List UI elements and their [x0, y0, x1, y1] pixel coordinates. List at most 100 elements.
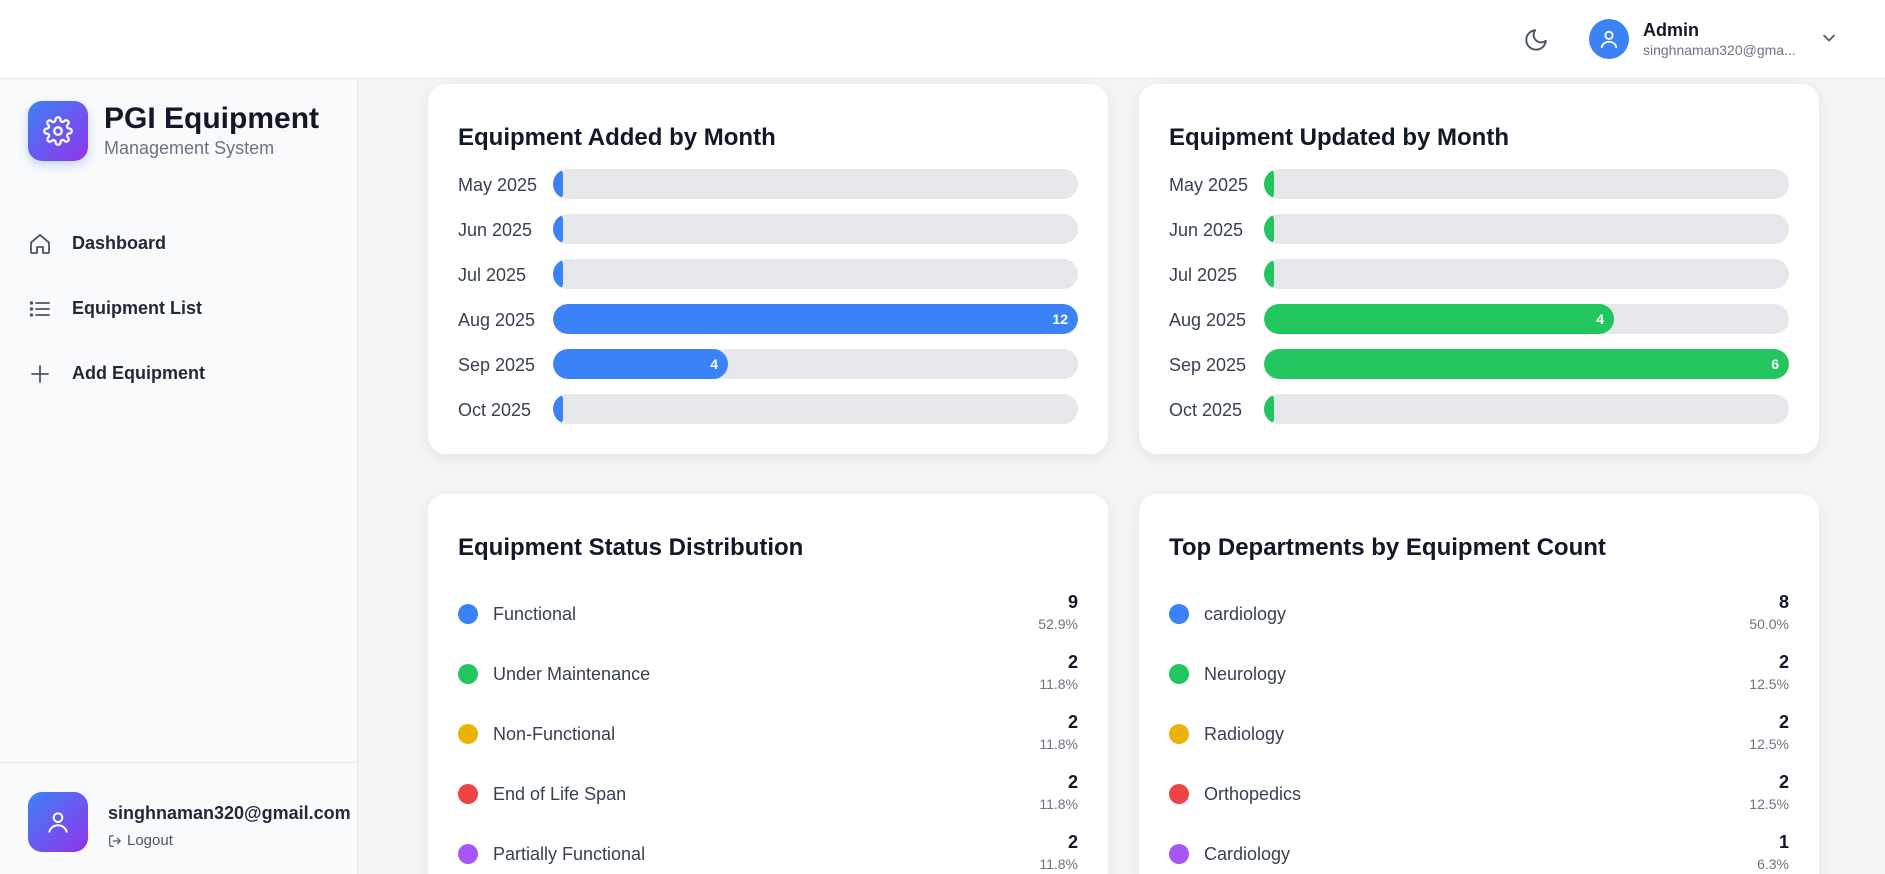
list-item-percent: 6.3%: [1757, 856, 1789, 872]
bar-row: Sep 2025 4: [458, 349, 1078, 379]
bar-label: Aug 2025: [1169, 310, 1247, 330]
bar-label: Oct 2025: [1169, 400, 1243, 420]
list-item-count: 2: [1067, 652, 1078, 672]
sidebar-item-label: Add Equipment: [72, 363, 205, 383]
bar-row: Aug 2025 4: [1169, 304, 1789, 334]
list-item-percent: 11.8%: [1039, 856, 1078, 872]
list-item: Radiology 2 12.5%: [1169, 712, 1789, 756]
bar-track: 4: [1264, 304, 1789, 334]
bar-row: Jul 2025: [458, 259, 1078, 289]
card-title: Top Departments by Equipment Count: [1169, 534, 1606, 561]
card-title: Equipment Added by Month: [458, 124, 776, 151]
bar-track: 4: [553, 349, 1078, 379]
logout-button[interactable]: Logout: [108, 832, 173, 849]
chevron-down-icon[interactable]: [1819, 28, 1839, 48]
bar-value: 12: [1052, 311, 1068, 327]
bar-fill: [553, 259, 563, 289]
bar-label: May 2025: [458, 175, 538, 195]
card-title: Equipment Status Distribution: [458, 534, 804, 561]
bar-row: Oct 2025: [458, 394, 1078, 424]
user-email: singhnaman320@gma...: [1643, 42, 1796, 58]
avatar: [28, 792, 88, 852]
list-item-label: Functional: [493, 604, 577, 624]
list-icon: [28, 297, 72, 321]
bar-row: Jun 2025: [1169, 214, 1789, 244]
bar-row: Aug 2025 12: [458, 304, 1078, 334]
list-item: End of Life Span 2 11.8%: [458, 772, 1078, 816]
brand: PGI Equipment Management System: [28, 101, 319, 161]
logout-icon: [109, 834, 121, 847]
bar-label: Jul 2025: [458, 265, 527, 285]
list-item: Cardiology 1 6.3%: [1169, 832, 1789, 874]
list-item: Functional 9 52.9%: [458, 592, 1078, 636]
list-item-count: 9: [1067, 592, 1078, 612]
list-item-label: cardiology: [1204, 604, 1287, 624]
bar-row: Oct 2025: [1169, 394, 1789, 424]
list-item-label: Neurology: [1204, 664, 1287, 684]
legend-dot: [458, 604, 478, 624]
list-item: Under Maintenance 2 11.8%: [458, 652, 1078, 696]
moon-icon[interactable]: [1523, 27, 1549, 53]
sidebar-item-label: Dashboard: [72, 233, 167, 253]
bar-fill: 4: [553, 349, 728, 379]
sidebar-nav: Dashboard Equipment List Add Equipment: [28, 211, 328, 406]
brand-title: PGI Equipment: [104, 102, 320, 135]
list-item-percent: 52.9%: [1038, 616, 1078, 632]
bar-track: [553, 214, 1078, 244]
equipment-added-card: Equipment Added by Month May 2025 Jun 202…: [428, 84, 1108, 454]
bar-fill: [1264, 394, 1274, 424]
list-item-percent: 11.8%: [1039, 676, 1078, 692]
bar-value: 4: [1596, 311, 1604, 327]
bar-fill: [553, 214, 563, 244]
sidebar-item-dashboard[interactable]: Dashboard: [28, 211, 328, 276]
bar-track: [1264, 169, 1789, 199]
list-item-count: 2: [1067, 832, 1078, 852]
list-item: Neurology 2 12.5%: [1169, 652, 1789, 696]
bar-label: Jun 2025: [458, 220, 533, 240]
bar-row: May 2025: [458, 169, 1078, 199]
plus-icon: [28, 362, 72, 386]
list-item-label: Non-Functional: [493, 724, 616, 744]
bar-track: 12: [553, 304, 1078, 334]
list-item: cardiology 8 50.0%: [1169, 592, 1789, 636]
list-item-label: Partially Functional: [493, 844, 646, 864]
user-menu[interactable]: Admin singhnaman320@gma...: [1589, 17, 1807, 61]
card-title: Equipment Updated by Month: [1169, 124, 1509, 151]
legend-dot: [1169, 844, 1189, 864]
bar-track: [553, 394, 1078, 424]
list-item-percent: 12.5%: [1749, 676, 1789, 692]
bar-fill: [1264, 259, 1274, 289]
list-item-count: 1: [1778, 832, 1789, 852]
list-item-count: 2: [1778, 652, 1789, 672]
bar-value: 6: [1771, 356, 1779, 372]
footer-email: singhnaman320@gmail.com: [108, 803, 351, 823]
list-item-label: Orthopedics: [1204, 784, 1302, 804]
list-item-count: 2: [1067, 712, 1078, 732]
bar-track: [1264, 259, 1789, 289]
bar-fill: 12: [553, 304, 1078, 334]
list-item-label: Cardiology: [1204, 844, 1291, 864]
sidebar: PGI Equipment Management System Dashboar…: [0, 80, 358, 874]
bar-track: 6: [1264, 349, 1789, 379]
bar-label: Sep 2025: [458, 355, 536, 375]
bar-row: Sep 2025 6: [1169, 349, 1789, 379]
list-item: Orthopedics 2 12.5%: [1169, 772, 1789, 816]
legend-dot: [1169, 604, 1189, 624]
bar-fill: 6: [1264, 349, 1789, 379]
list-item-count: 2: [1778, 772, 1789, 792]
sidebar-item-add-equipment[interactable]: Add Equipment: [28, 341, 328, 406]
legend-dot: [1169, 724, 1189, 744]
sidebar-item-equipment-list[interactable]: Equipment List: [28, 276, 328, 341]
bar-row: May 2025: [1169, 169, 1789, 199]
top-departments-card: Top Departments by Equipment Count cardi…: [1139, 494, 1819, 874]
list-item-percent: 12.5%: [1749, 736, 1789, 752]
legend-dot: [458, 724, 478, 744]
bar-fill: 4: [1264, 304, 1614, 334]
user-icon: [1589, 19, 1629, 59]
bar-fill: [553, 394, 563, 424]
brand-subtitle: Management System: [104, 138, 275, 158]
sidebar-footer: singhnaman320@gmail.com Logout: [0, 762, 357, 874]
bar-label: Sep 2025: [1169, 355, 1247, 375]
list-item: Non-Functional 2 11.8%: [458, 712, 1078, 756]
legend-dot: [458, 844, 478, 864]
